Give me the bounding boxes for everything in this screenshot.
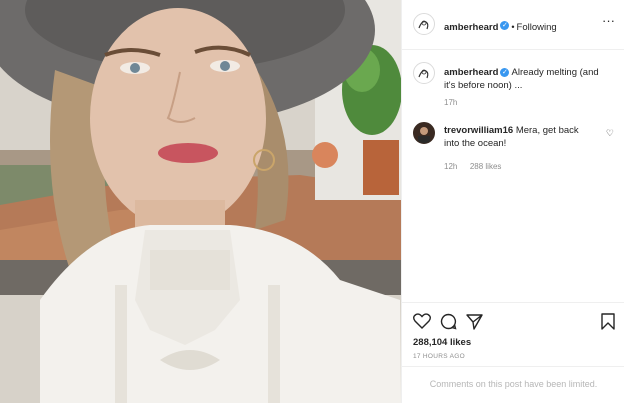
likes-count[interactable]: 288,104 likes (413, 337, 471, 348)
caption-username[interactable]: amberheard (444, 67, 498, 78)
comments-limited-notice: Comments on this post have been limited. (402, 366, 624, 403)
author-avatar[interactable] (413, 13, 435, 35)
post-photo[interactable] (0, 0, 401, 403)
commenter-username[interactable]: trevorwilliam16 (444, 125, 513, 136)
action-bar: 288,104 likes 17 HOURS AGO (402, 302, 624, 372)
selfie-photo-illustration (0, 0, 401, 403)
commenter-avatar[interactable] (413, 122, 435, 144)
comment-like-heart-icon[interactable]: ♡ (606, 128, 614, 139)
verified-badge-icon: ✓ (500, 67, 510, 77)
separator-dot: • (511, 22, 515, 32)
avatar-sketch-icon (418, 20, 429, 30)
share-icon[interactable] (466, 313, 483, 330)
heart-icon[interactable] (413, 313, 431, 329)
avatar-sketch-icon (418, 69, 429, 79)
post-header: amberheard ✓ • Following ··· (402, 0, 624, 50)
comment-time[interactable]: 12h (444, 162, 457, 171)
comment-icon[interactable] (440, 313, 457, 330)
posted-time[interactable]: 17 HOURS AGO (413, 353, 465, 360)
caption-author-avatar[interactable] (413, 62, 435, 84)
following-button[interactable]: Following (517, 22, 557, 33)
more-options-icon[interactable]: ··· (602, 13, 615, 28)
post-sidebar: amberheard ✓ • Following ··· amberheard ✓ Al… (401, 0, 624, 403)
avatar-photo-icon (418, 127, 430, 143)
author-username[interactable]: amberheard (444, 22, 498, 33)
comment-likes[interactable]: 288 likes (470, 162, 502, 171)
verified-badge-icon: ✓ (500, 21, 510, 31)
bookmark-icon[interactable] (601, 313, 615, 330)
caption-time[interactable]: 17h (444, 98, 457, 107)
